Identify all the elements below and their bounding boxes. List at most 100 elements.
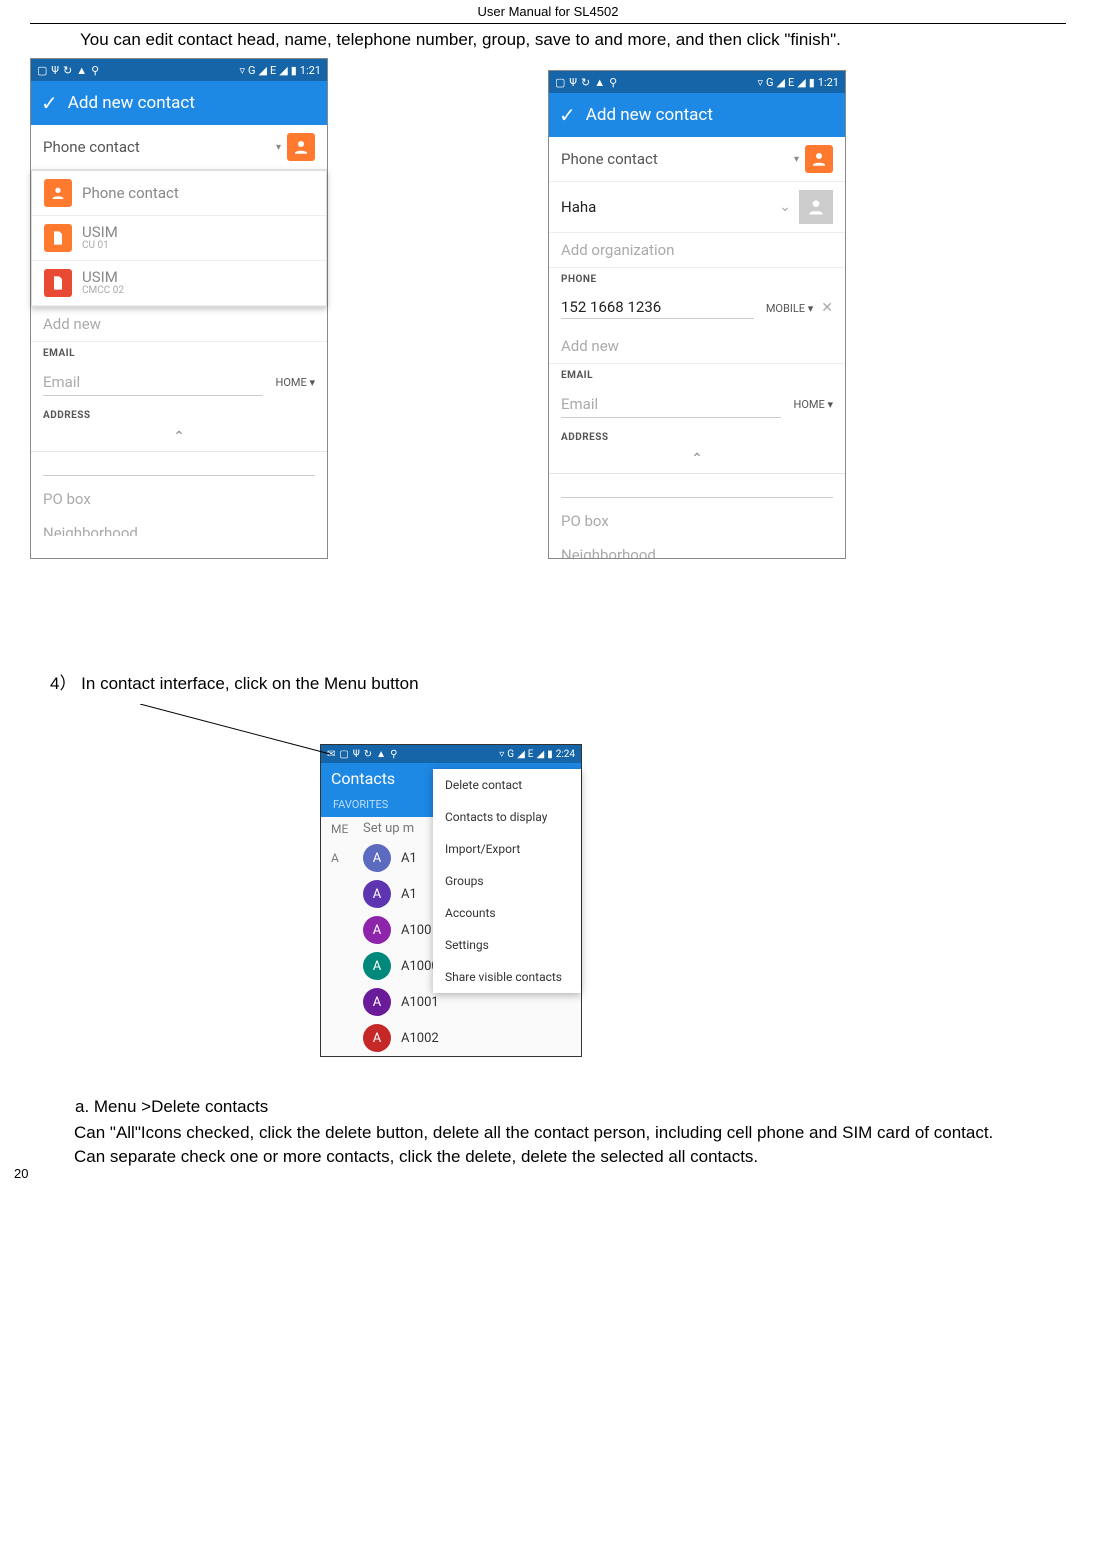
finish-icon[interactable]: ✓ bbox=[41, 91, 58, 115]
contact-name: A1 bbox=[401, 887, 417, 902]
usim1-sub: CU 01 bbox=[82, 240, 118, 251]
contact-row[interactable]: AA1002 bbox=[321, 1020, 581, 1056]
dropdown-usim2[interactable]: USIM CMCC 02 bbox=[32, 261, 326, 306]
screenshot-contacts-menu: ✉ ▢ Ψ ↻ ▲ ⚲ ▿ G ◢ E ◢ ▮ 2:24 Contacts bbox=[320, 744, 582, 1057]
contact-name: A1001 bbox=[401, 995, 439, 1010]
email-input[interactable]: Email bbox=[43, 369, 263, 396]
intro-text: You can edit contact head, name, telepho… bbox=[30, 30, 1066, 50]
name-row[interactable]: Haha ⌄ bbox=[549, 182, 845, 233]
menu-import-export[interactable]: Import/Export bbox=[433, 833, 581, 865]
phone-row[interactable]: 152 1668 1236 MOBILE ▾ ✕ bbox=[549, 287, 845, 329]
signal2-icon: ◢ bbox=[536, 749, 544, 760]
email-row[interactable]: Email HOME ▾ bbox=[549, 383, 845, 426]
dropdown-usim1[interactable]: USIM CU 01 bbox=[32, 216, 326, 261]
callout-arrow bbox=[30, 704, 1066, 744]
wifi-icon: ▿ bbox=[499, 749, 504, 760]
neighborhood-input[interactable]: Neighborhood bbox=[31, 516, 327, 536]
address-input[interactable] bbox=[43, 458, 315, 476]
name-input[interactable]: Haha bbox=[561, 198, 773, 216]
gallery-icon: ▢ bbox=[555, 76, 565, 89]
debug-icon: ⚲ bbox=[390, 749, 397, 760]
edge-label: E bbox=[270, 64, 276, 77]
battery-icon: ▮ bbox=[547, 749, 553, 760]
phone-input[interactable]: 152 1668 1236 bbox=[561, 298, 754, 319]
menu-contacts-to-display[interactable]: Contacts to display bbox=[433, 801, 581, 833]
collapse-toggle[interactable]: ⌃ bbox=[31, 423, 327, 452]
organization-input[interactable]: Add organization bbox=[549, 233, 845, 268]
dropdown-arrow-icon: ▾ bbox=[794, 154, 799, 165]
usim2-title: USIM bbox=[82, 270, 124, 285]
page-number: 20 bbox=[14, 1166, 28, 1181]
email-type-selector[interactable]: HOME ▾ bbox=[275, 376, 315, 389]
usb-icon: Ψ bbox=[569, 76, 577, 89]
wifi-icon: ▿ bbox=[757, 76, 763, 89]
menu-share-visible[interactable]: Share visible contacts bbox=[433, 961, 581, 993]
contact-name: A1 bbox=[401, 851, 417, 866]
contact-avatar: A bbox=[363, 952, 391, 980]
neighborhood-input[interactable]: Neighborhood bbox=[549, 538, 845, 558]
sync-icon: ↻ bbox=[63, 64, 72, 77]
po-box-input[interactable]: PO box bbox=[31, 482, 327, 516]
sim-icon bbox=[44, 269, 72, 297]
warning-icon: ▲ bbox=[594, 76, 605, 89]
usim2-sub: CMCC 02 bbox=[82, 285, 124, 296]
account-dropdown-panel: Phone contact USIM CU 01 bbox=[31, 170, 327, 307]
add-new-field[interactable]: Add new bbox=[31, 307, 327, 342]
step-4-text: 4） In contact interface, click on the Me… bbox=[30, 669, 1066, 694]
sim-icon bbox=[44, 224, 72, 252]
phone-type-selector[interactable]: MOBILE ▾ bbox=[766, 302, 813, 315]
sync-icon: ↻ bbox=[581, 76, 590, 89]
account-selector-row[interactable]: Phone contact ▾ bbox=[31, 125, 327, 170]
dropdown-arrow-icon: ▾ bbox=[276, 142, 281, 153]
usb-icon: Ψ bbox=[51, 64, 59, 77]
debug-icon: ⚲ bbox=[609, 76, 617, 89]
po-box-input[interactable]: PO box bbox=[549, 504, 845, 538]
status-bar: ✉ ▢ Ψ ↻ ▲ ⚲ ▿ G ◢ E ◢ ▮ 2:24 bbox=[321, 745, 581, 763]
contact-avatar: A bbox=[363, 880, 391, 908]
contact-avatar: A bbox=[363, 844, 391, 872]
sync-icon: ↻ bbox=[364, 749, 372, 760]
clock-label: 2:24 bbox=[556, 749, 575, 760]
email-section-label: EMAIL bbox=[549, 364, 845, 383]
wifi-icon: ▿ bbox=[239, 64, 245, 77]
menu-groups[interactable]: Groups bbox=[433, 865, 581, 897]
email-row[interactable]: Email HOME ▾ bbox=[31, 361, 327, 404]
contact-avatar: A bbox=[363, 988, 391, 1016]
contact-name: A1002 bbox=[401, 1031, 439, 1046]
signal-icon: ◢ bbox=[517, 749, 525, 760]
phone-section-label: PHONE bbox=[549, 268, 845, 287]
paragraph-delete-selected: Can separate check one or more contacts,… bbox=[30, 1147, 1066, 1167]
add-new-phone[interactable]: Add new bbox=[549, 329, 845, 364]
menu-accounts[interactable]: Accounts bbox=[433, 897, 581, 929]
account-type-label: Phone contact bbox=[43, 138, 270, 156]
overflow-menu: Delete contact Contacts to display Impor… bbox=[433, 769, 581, 993]
section-letter: A bbox=[331, 851, 353, 865]
address-section-label: ADDRESS bbox=[549, 426, 845, 445]
contact-avatar: A bbox=[363, 916, 391, 944]
menu-settings[interactable]: Settings bbox=[433, 929, 581, 961]
usim1-title: USIM bbox=[82, 225, 118, 240]
edge-label: E bbox=[788, 76, 794, 89]
address-section-label: ADDRESS bbox=[31, 404, 327, 423]
email-input[interactable]: Email bbox=[561, 391, 781, 418]
remove-phone-icon[interactable]: ✕ bbox=[821, 300, 833, 316]
screenshot-add-contact-filled: ▢ Ψ ↻ ▲ ⚲ ▿ G ◢ E ◢ ▮ 1:21 ✓ Add bbox=[548, 70, 846, 559]
me-index-label: ME bbox=[331, 822, 353, 836]
network-label: G bbox=[766, 76, 774, 89]
network-label: G bbox=[507, 749, 514, 760]
photo-placeholder-icon[interactable] bbox=[799, 190, 833, 224]
email-type-selector[interactable]: HOME ▾ bbox=[793, 398, 833, 411]
warning-icon: ▲ bbox=[376, 749, 386, 760]
dropdown-phone-contact[interactable]: Phone contact bbox=[32, 171, 326, 216]
address-input[interactable] bbox=[561, 480, 833, 498]
collapse-toggle[interactable]: ⌃ bbox=[549, 445, 845, 474]
menu-delete-contact[interactable]: Delete contact bbox=[433, 769, 581, 801]
me-setup-label: Set up m bbox=[363, 821, 414, 836]
network-label: G bbox=[248, 64, 256, 77]
account-type-label: Phone contact bbox=[561, 150, 788, 168]
finish-icon[interactable]: ✓ bbox=[559, 103, 576, 127]
status-bar: ▢ Ψ ↻ ▲ ⚲ ▿ G ◢ E ◢ ▮ 1:21 bbox=[549, 71, 845, 93]
expand-name-icon[interactable]: ⌄ bbox=[779, 199, 791, 215]
account-selector-row[interactable]: Phone contact ▾ bbox=[549, 137, 845, 182]
app-bar-title: Add new contact bbox=[68, 93, 195, 113]
